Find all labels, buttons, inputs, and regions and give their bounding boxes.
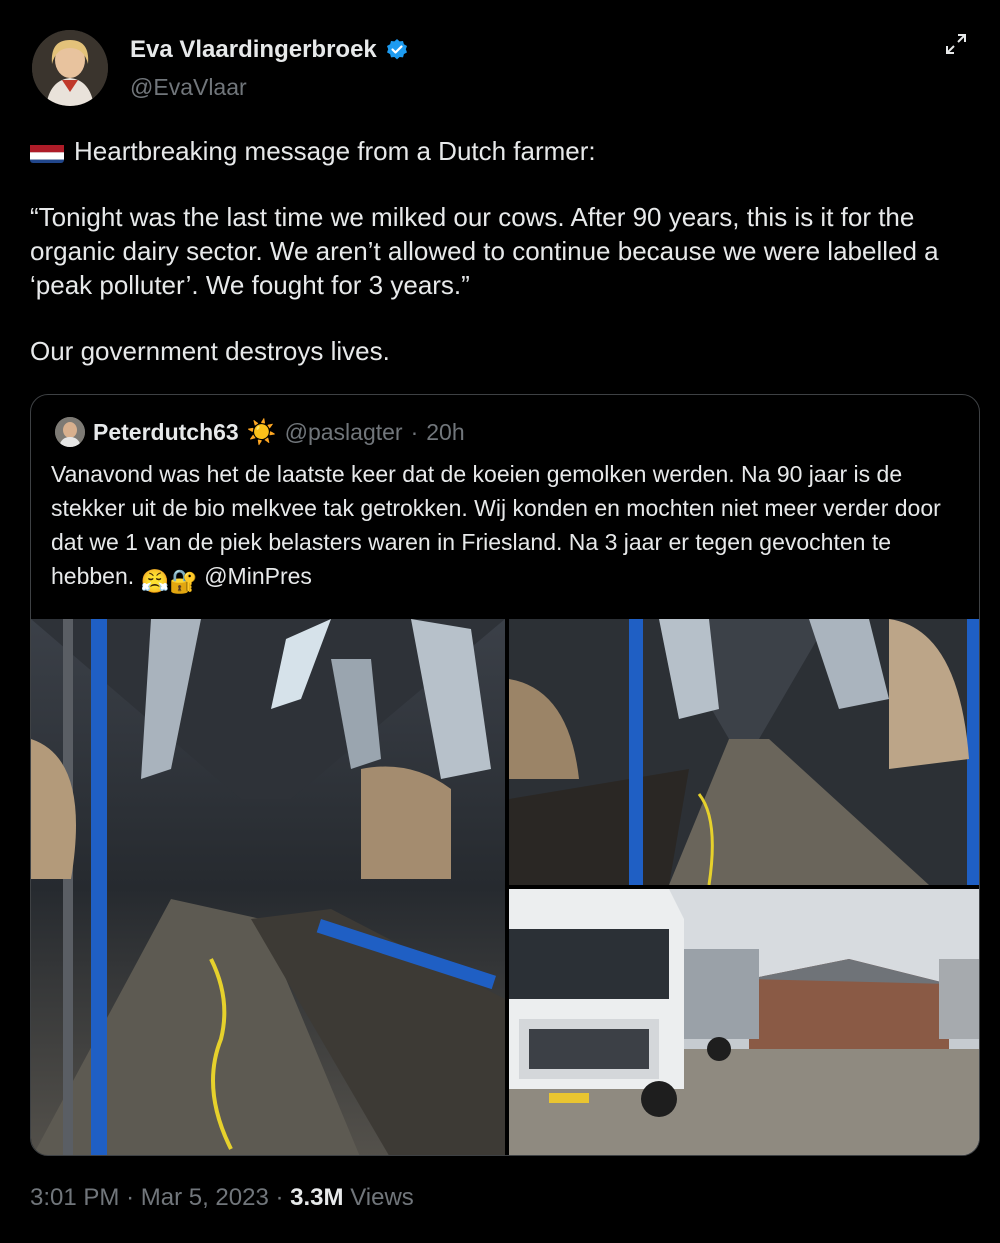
footer-separator: · xyxy=(126,1184,135,1211)
tweet-line-1: Heartbreaking message from a Dutch farme… xyxy=(74,136,596,166)
milking-parlor-close-photo[interactable] xyxy=(509,619,979,885)
quoted-separator: · xyxy=(410,418,419,445)
quoted-tweet[interactable]: Peterdutch63 ☀️ @paslagter · 20h Vanavon… xyxy=(30,394,980,1156)
tweet-header: Eva Vlaardingerbroek @EvaVlaar xyxy=(32,30,972,120)
quoted-author-handle[interactable]: @paslagter xyxy=(285,419,403,446)
quoted-text: Vanavond was het de laatste keer dat de … xyxy=(51,457,961,598)
author-name[interactable]: Eva Vlaardingerbroek xyxy=(130,36,377,64)
quoted-emojis: 😤🔐 xyxy=(140,568,198,594)
quoted-author-name[interactable]: Peterdutch63 xyxy=(93,419,239,446)
tweet-time[interactable]: 3:01 PM xyxy=(30,1184,119,1211)
milk-tanker-truck-farm-photo[interactable] xyxy=(509,889,979,1155)
quoted-media-grid xyxy=(31,619,979,1155)
verified-badge-icon xyxy=(385,38,409,62)
tweet-footer: 3:01 PM · Mar 5, 2023 · 3.3M Views xyxy=(30,1184,414,1212)
mention-link[interactable]: @MinPres xyxy=(204,563,312,589)
milking-parlor-wide-photo[interactable] xyxy=(31,619,505,1155)
netherlands-flag-icon xyxy=(30,141,64,163)
views-label: Views xyxy=(350,1184,414,1211)
author-avatar[interactable] xyxy=(32,30,108,106)
expand-icon[interactable] xyxy=(944,32,968,56)
views-count: 3.3M xyxy=(290,1184,344,1211)
tweet-quote-paragraph: “Tonight was the last time we milked our… xyxy=(30,202,939,300)
tweet-date[interactable]: Mar 5, 2023 xyxy=(141,1184,269,1211)
sun-icon: ☀️ xyxy=(246,418,277,446)
quoted-timestamp[interactable]: 20h xyxy=(426,419,464,446)
author-handle[interactable]: @EvaVlaar xyxy=(130,74,247,101)
tweet-body: Heartbreaking message from a Dutch farme… xyxy=(30,134,960,368)
quoted-author-avatar[interactable] xyxy=(55,417,85,447)
footer-separator: · xyxy=(275,1184,284,1211)
tweet-closing: Our government destroys lives. xyxy=(30,336,390,366)
